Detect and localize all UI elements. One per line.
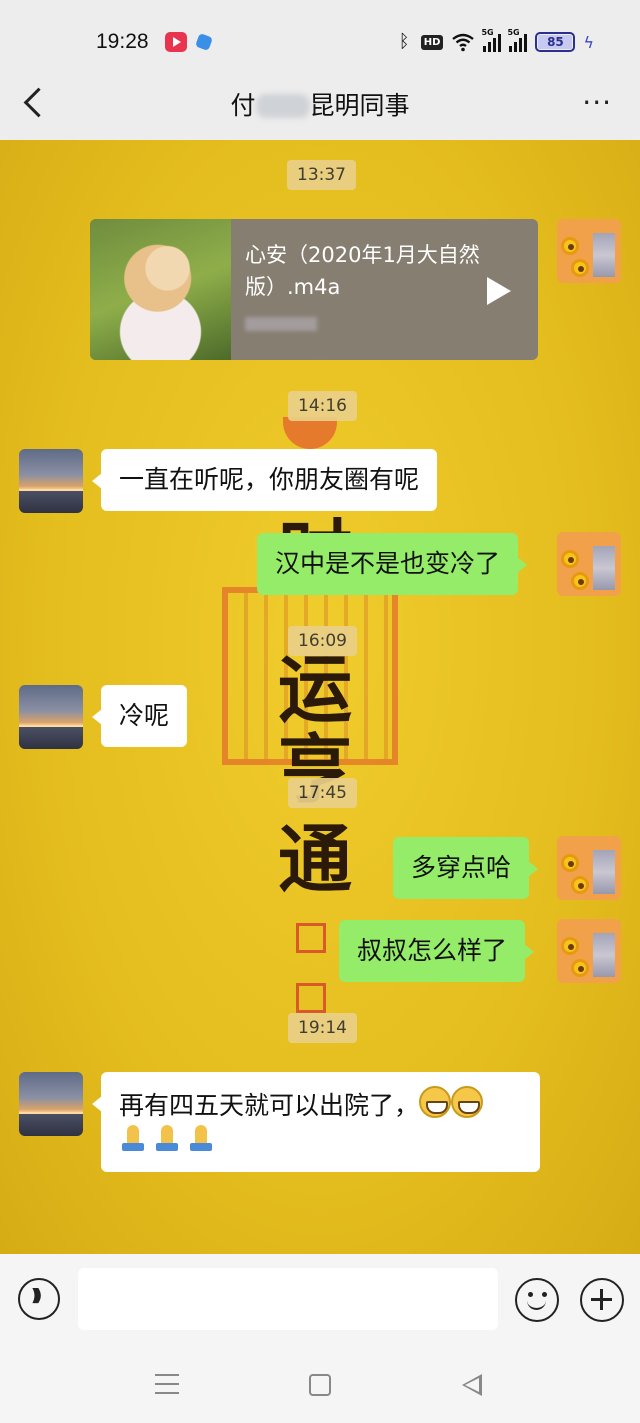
- wifi-icon: [452, 33, 475, 52]
- play-icon[interactable]: [487, 277, 511, 305]
- contact-avatar[interactable]: [19, 1072, 83, 1136]
- recent-apps-icon[interactable]: [155, 1374, 179, 1394]
- self-avatar[interactable]: [557, 219, 621, 283]
- chat-area[interactable]: 时 运 亨 通 13:37 心安（2020年1月大自然版）.m4a 14:16 …: [0, 140, 640, 1254]
- wallpaper-small-seal-1: [296, 923, 326, 953]
- audio-file-title: 心安（2020年1月大自然版）.m4a: [245, 243, 480, 299]
- self-avatar[interactable]: [557, 836, 621, 900]
- status-bar: 19:28 ᛒ HD 5G 5G 85 ϟ: [0, 0, 640, 84]
- audio-cover-thumbnail: [90, 219, 231, 360]
- timestamp: 16:09: [288, 626, 357, 656]
- received-message[interactable]: 冷呢: [91, 685, 188, 747]
- audio-file-message[interactable]: 心安（2020年1月大自然版）.m4a: [90, 219, 538, 360]
- wallpaper-char-4: 通: [278, 817, 352, 903]
- chat-title: 付 昆明同事: [0, 86, 640, 122]
- timestamp: 17:45: [288, 778, 357, 808]
- self-avatar[interactable]: [557, 919, 621, 983]
- battery-icon: 85: [535, 32, 576, 52]
- wallpaper-small-seal-2: [296, 983, 326, 1013]
- sent-message[interactable]: 叔叔怎么样了: [339, 920, 535, 982]
- sent-message[interactable]: 多穿点哈: [393, 837, 539, 899]
- wallpaper-square-seal: [222, 587, 398, 765]
- emoji-button-icon[interactable]: [515, 1278, 559, 1322]
- timestamp: 14:16: [288, 391, 357, 421]
- title-prefix: 付: [230, 91, 256, 120]
- video-app-icon: [165, 32, 187, 52]
- hd-voice-icon: HD: [420, 34, 444, 50]
- received-message-with-emoji[interactable]: 再有四五天就可以出院了，: [92, 1072, 540, 1172]
- status-icons: ᛒ HD 5G 5G 85 ϟ: [398, 28, 594, 54]
- title-suffix: 昆明同事: [309, 91, 410, 120]
- battery-level: 85: [538, 35, 573, 49]
- system-navigation-bar: [0, 1348, 640, 1423]
- chat-header: 付 昆明同事 ···: [0, 84, 640, 140]
- app-notification-icon: [195, 33, 213, 51]
- input-bar: [0, 1254, 640, 1348]
- charging-icon: ϟ: [583, 32, 594, 52]
- grin-emoji-icon: [451, 1086, 484, 1118]
- pray-emoji-icon: [119, 1123, 147, 1153]
- message-text: 再有四五天就可以出院了，: [119, 1091, 420, 1120]
- voice-input-icon[interactable]: [18, 1278, 60, 1320]
- signal-icon-1: 5G: [481, 28, 502, 52]
- home-icon[interactable]: [309, 1374, 331, 1396]
- status-time: 19:28: [96, 30, 149, 53]
- received-message[interactable]: 一直在听呢，你朋友圈有呢: [91, 449, 438, 511]
- more-functions-plus-icon[interactable]: [580, 1278, 624, 1322]
- more-options-icon[interactable]: ···: [582, 89, 612, 117]
- signal-icon-2: 5G: [507, 28, 528, 52]
- system-back-icon[interactable]: [462, 1374, 482, 1396]
- sent-message[interactable]: 汉中是不是也变冷了: [257, 533, 528, 595]
- message-input[interactable]: [78, 1268, 498, 1330]
- self-avatar[interactable]: [557, 532, 621, 596]
- timestamp: 19:14: [288, 1013, 357, 1043]
- contact-avatar[interactable]: [19, 685, 83, 749]
- wallpaper-round-seal: [283, 417, 337, 449]
- blurred-name: [255, 94, 310, 118]
- grin-emoji-icon: [419, 1086, 452, 1118]
- contact-avatar[interactable]: [19, 449, 83, 513]
- timestamp: 13:37: [287, 160, 356, 190]
- bluetooth-icon: ᛒ: [398, 31, 410, 52]
- pray-emoji-icon: [153, 1123, 181, 1153]
- audio-source-blurred: [245, 317, 317, 331]
- pray-emoji-icon: [187, 1123, 215, 1153]
